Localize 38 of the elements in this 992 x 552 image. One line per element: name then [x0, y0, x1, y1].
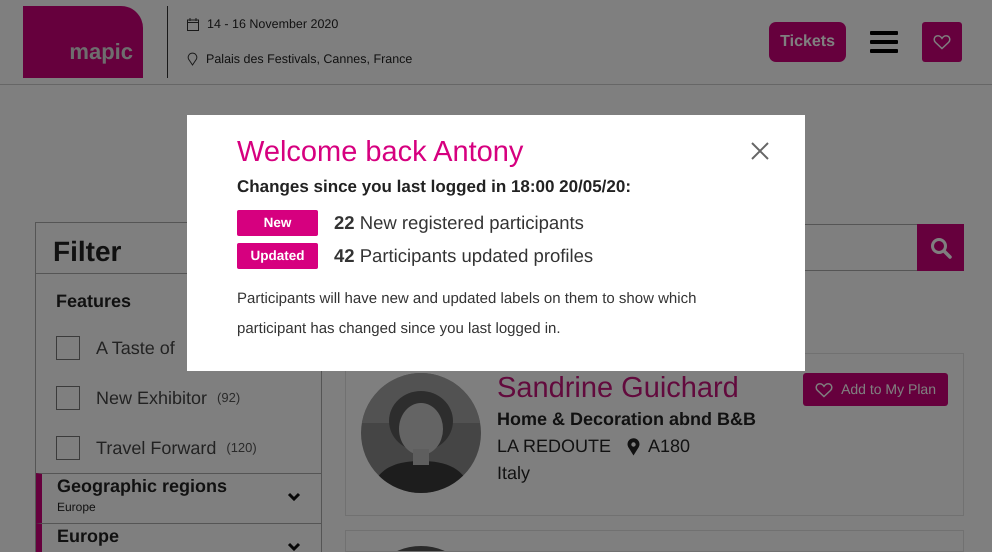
change-summary: 42 Participants updated profiles	[334, 244, 594, 268]
location-pin-icon	[627, 438, 640, 456]
calendar-icon	[187, 18, 199, 32]
accordion-item[interactable]: Geographic regions Europe	[36, 473, 321, 523]
company-name: LA REDOUTE	[497, 435, 612, 458]
dialog-title: Welcome back Antony	[237, 135, 524, 170]
location-icon	[187, 52, 198, 66]
option-count: (120)	[226, 439, 257, 458]
option-label[interactable]: New Exhibitor	[96, 384, 208, 412]
add-to-plan-button[interactable]: Add to My Plan	[803, 373, 948, 406]
logo[interactable]: mapic	[23, 6, 143, 78]
tickets-button[interactable]: Tickets	[769, 22, 846, 62]
accordion-item[interactable]: Europe	[36, 523, 321, 552]
search-button[interactable]	[917, 224, 964, 271]
heart-icon	[815, 382, 834, 398]
participant-country: Italy	[497, 462, 532, 485]
filter-title: Filter	[53, 236, 122, 267]
event-date: 14 - 16 November 2020	[207, 16, 338, 34]
search-icon	[930, 236, 952, 258]
event-venue: Palais des Festivals, Cannes, France	[206, 51, 412, 68]
heart-icon	[933, 34, 951, 50]
checkbox[interactable]	[56, 386, 80, 410]
status-tag: Updated	[237, 242, 318, 270]
participant-category: Home & Decoration abnd B&B	[497, 408, 758, 431]
favorites-button[interactable]	[922, 22, 962, 62]
option-label[interactable]: Travel Forward	[96, 434, 216, 462]
status-tag: New	[237, 210, 318, 236]
option-label[interactable]: A Taste of	[96, 334, 175, 362]
stand-number: A180	[648, 435, 690, 458]
dialog-subtitle: Changes since you last logged in 18:00 20/05/20:	[237, 176, 632, 198]
dialog-note: Participants will have new and updated labels on them to show which participant has changed since you last logged in.	[237, 288, 698, 339]
menu-icon[interactable]	[870, 30, 898, 54]
change-summary: 22 New registered participants	[334, 211, 584, 236]
checkbox[interactable]	[56, 336, 80, 360]
section-heading: Features	[56, 291, 132, 311]
participant-name[interactable]: Sandrine Guichard	[497, 373, 739, 406]
checkbox[interactable]	[56, 436, 80, 460]
option-count: (92)	[217, 389, 240, 408]
